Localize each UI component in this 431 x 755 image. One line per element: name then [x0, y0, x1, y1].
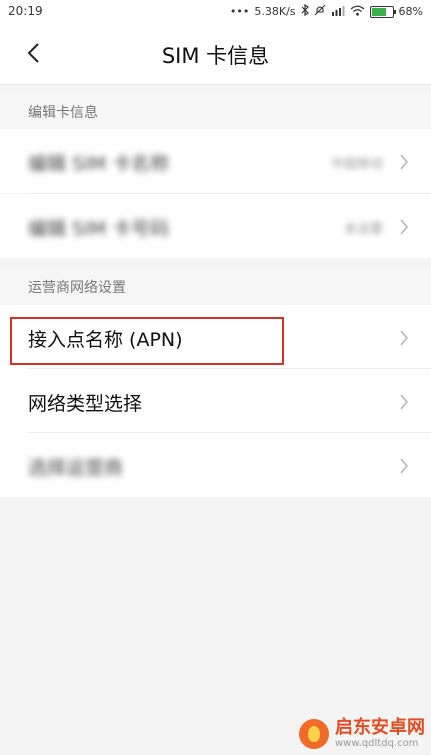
- row-label: 编辑 SIM 卡名称: [28, 153, 170, 175]
- chevron-right-icon: [399, 329, 409, 351]
- select-carrier-row[interactable]: 选择运营商: [0, 433, 431, 497]
- watermark-title: 启东安卓网: [335, 717, 425, 739]
- signal-icon: [331, 5, 345, 19]
- chevron-right-icon: [399, 218, 409, 240]
- page-title: SIM 卡信息: [161, 44, 270, 68]
- watermark-url: www.qdltdq.com: [335, 738, 419, 749]
- row-label: 网络类型选择: [28, 393, 143, 415]
- status-bar: 20:19 ••• 5.38K/s 68%: [0, 0, 431, 22]
- title-bar: SIM 卡信息: [0, 22, 431, 85]
- highlight-box: [10, 317, 284, 365]
- chevron-right-icon: [399, 153, 409, 175]
- more-dots-icon: •••: [229, 4, 250, 18]
- chevron-right-icon: [399, 393, 409, 415]
- battery-icon: [369, 5, 396, 18]
- status-icons: ••• 5.38K/s 68%: [229, 3, 423, 19]
- battery-fill: [371, 7, 386, 16]
- section-header-edit-card: 编辑卡信息: [0, 93, 431, 129]
- status-time: 20:19: [8, 4, 43, 18]
- network-speed: 5.38K/s: [254, 4, 296, 18]
- edit-sim-name-row[interactable]: 编辑 SIM 卡名称 中国移动: [0, 129, 431, 193]
- row-value: 中国移动: [330, 157, 383, 172]
- row-label: 选择运营商: [28, 457, 124, 479]
- mute-icon: [314, 4, 326, 19]
- network-type-row[interactable]: 网络类型选择: [0, 369, 431, 433]
- row-label: 编辑 SIM 卡号码: [28, 218, 170, 240]
- battery-percent: 68%: [398, 4, 423, 18]
- edit-sim-number-row[interactable]: 编辑 SIM 卡号码 未设置: [0, 194, 431, 258]
- empty-area: 启东安卓网 www.qdltdq.com: [0, 498, 431, 755]
- watermark: 启东安卓网 www.qdltdq.com: [299, 718, 425, 749]
- watermark-logo-icon: [299, 718, 329, 749]
- wifi-icon: [350, 5, 365, 19]
- bluetooth-icon: [301, 3, 309, 19]
- chevron-right-icon: [399, 457, 409, 479]
- row-value: 未设置: [343, 222, 383, 237]
- section-header-carrier-network: 运营商网络设置: [0, 268, 431, 304]
